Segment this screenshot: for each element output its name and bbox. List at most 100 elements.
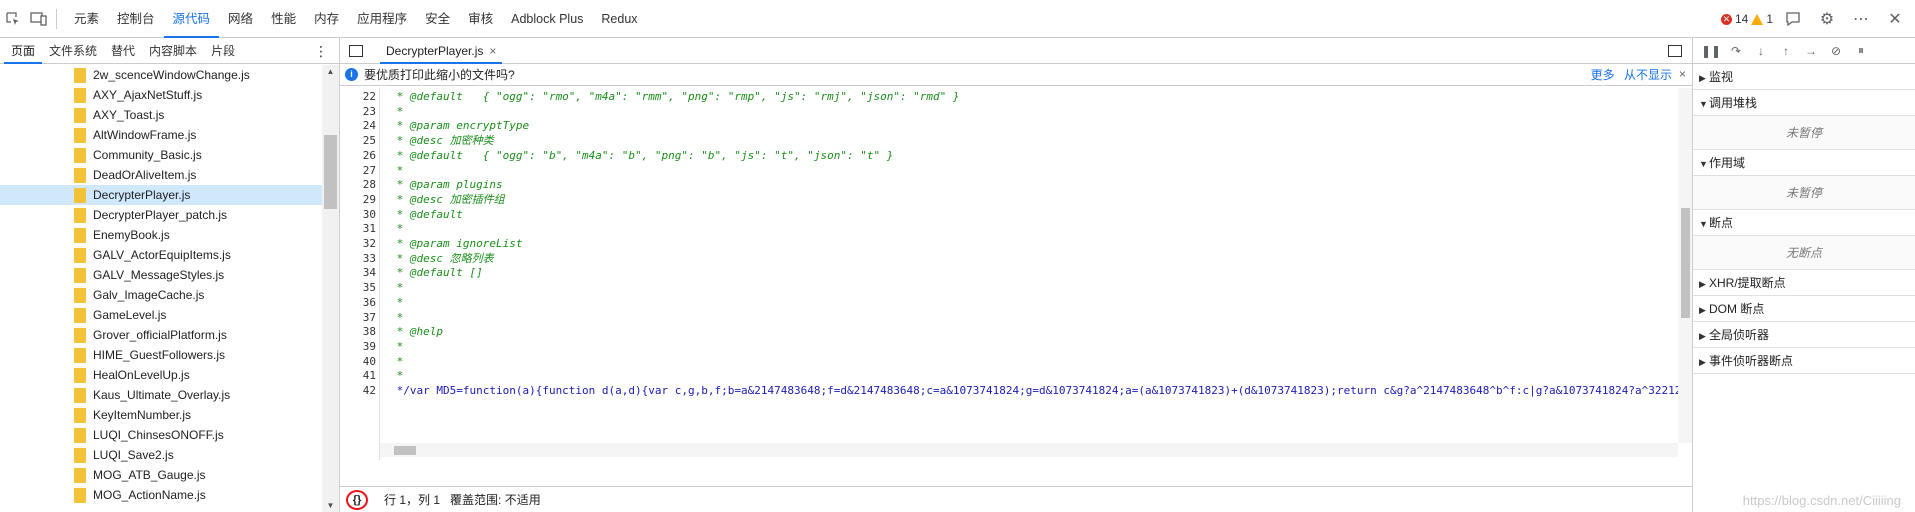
file-tree-item[interactable]: Community_Basic.js <box>0 145 322 165</box>
debugger-section-header[interactable]: ▼断点 <box>1693 210 1915 236</box>
pretty-print-button[interactable]: {} <box>346 489 368 510</box>
infobar-close-icon[interactable]: × <box>1679 64 1686 84</box>
editor-tab[interactable]: DecrypterPlayer.js × <box>380 38 503 64</box>
step-into-icon[interactable]: ↓ <box>1751 41 1771 61</box>
file-tree-item[interactable]: DecrypterPlayer_patch.js <box>0 205 322 225</box>
file-tree-item[interactable]: LUQI_ChinsesONOFF.js <box>0 425 322 445</box>
file-tree-item[interactable]: GALV_ActorEquipItems.js <box>0 245 322 265</box>
code-line: * @default <box>390 207 463 221</box>
navigator-more-icon[interactable]: ⋮ <box>314 38 329 64</box>
tab-0[interactable]: 元素 <box>65 0 108 38</box>
file-tree-item[interactable]: Grover_officialPlatform.js <box>0 325 322 345</box>
debugger-section-header[interactable]: ▶ 事件侦听器断点 <box>1693 348 1915 374</box>
step-out-icon[interactable]: ↑ <box>1776 41 1796 61</box>
file-tree-item[interactable]: GameLevel.js <box>0 305 322 325</box>
toggle-navigator-icon[interactable] <box>349 45 363 57</box>
file-tree-item[interactable]: Kaus_Ultimate_Overlay.js <box>0 385 322 405</box>
editor-hscroll-thumb[interactable] <box>394 446 416 455</box>
file-tree-item[interactable]: AXY_Toast.js <box>0 105 322 125</box>
pause-on-exceptions-icon[interactable]: ⏸ <box>1851 41 1871 61</box>
line-number[interactable]: 42 <box>340 384 376 398</box>
line-number[interactable]: 41 <box>340 369 376 383</box>
close-devtools-icon[interactable]: ✕ <box>1881 5 1909 33</box>
line-number[interactable]: 28 <box>340 178 376 192</box>
navigator-tab-1[interactable]: 文件系统 <box>42 38 104 64</box>
debugger-section-header[interactable]: ▶ XHR/提取断点 <box>1693 270 1915 296</box>
line-number[interactable]: 24 <box>340 119 376 133</box>
tab-5[interactable]: 内存 <box>305 0 348 38</box>
scrollbar-thumb[interactable] <box>324 135 337 209</box>
feedback-icon[interactable] <box>1779 5 1807 33</box>
settings-gear-icon[interactable]: ⚙ <box>1813 5 1841 33</box>
tab-2[interactable]: 源代码 <box>163 0 220 38</box>
file-tree-item[interactable]: GALV_MessageStyles.js <box>0 265 322 285</box>
line-number[interactable]: 34 <box>340 266 376 280</box>
file-tree-item[interactable]: 2w_scenceWindowChange.js <box>0 65 322 85</box>
more-options-icon[interactable]: ⋯ <box>1847 5 1875 33</box>
line-number[interactable]: 26 <box>340 149 376 163</box>
tab-7[interactable]: 安全 <box>416 0 459 38</box>
line-number[interactable]: 37 <box>340 311 376 325</box>
line-number[interactable]: 38 <box>340 325 376 339</box>
file-tree-item[interactable]: EnemyBook.js <box>0 225 322 245</box>
tab-3[interactable]: 网络 <box>219 0 262 38</box>
scroll-up-arrow-icon[interactable]: ▲ <box>322 67 339 76</box>
debugger-section-header[interactable]: ▶ DOM 断点 <box>1693 296 1915 322</box>
debugger-section-header[interactable]: ▶ 监视 <box>1693 64 1915 90</box>
tab-1[interactable]: 控制台 <box>108 0 164 38</box>
scroll-down-arrow-icon[interactable]: ▼ <box>322 501 339 510</box>
step-over-icon[interactable]: ↷ <box>1726 41 1746 61</box>
tab-9[interactable]: Adblock Plus <box>502 0 592 38</box>
pause-icon[interactable]: ❚❚ <box>1701 41 1721 61</box>
device-toolbar-icon[interactable] <box>26 7 52 31</box>
file-tree-item[interactable]: Galv_ImageCache.js <box>0 285 322 305</box>
line-number[interactable]: 35 <box>340 281 376 295</box>
line-number[interactable]: 31 <box>340 222 376 236</box>
toggle-debugger-icon[interactable] <box>1668 45 1682 57</box>
line-number[interactable]: 23 <box>340 105 376 119</box>
file-tree-item[interactable]: HIME_GuestFollowers.js <box>0 345 322 365</box>
step-icon[interactable]: → <box>1801 41 1821 61</box>
line-number[interactable]: 32 <box>340 237 376 251</box>
file-tree-item[interactable]: MOG_ActionName.js <box>0 485 322 505</box>
line-number[interactable]: 25 <box>340 134 376 148</box>
close-tab-icon[interactable]: × <box>489 38 496 62</box>
line-number[interactable]: 40 <box>340 355 376 369</box>
tab-8[interactable]: 审核 <box>459 0 502 38</box>
editor-vscroll-thumb[interactable] <box>1681 208 1690 318</box>
file-tree-item[interactable]: HealOnLevelUp.js <box>0 365 322 385</box>
debugger-section-header[interactable]: ▶ 全局侦听器 <box>1693 322 1915 348</box>
navigator-tab-0[interactable]: 页面 <box>4 38 43 64</box>
file-tree-item[interactable]: AltWindowFrame.js <box>0 125 322 145</box>
file-tree-item[interactable]: DeadOrAliveItem.js <box>0 165 322 185</box>
error-count-badge[interactable]: ✕ 14 1 <box>1720 12 1773 26</box>
line-number[interactable]: 39 <box>340 340 376 354</box>
file-tree-item[interactable]: LUQI_Save2.js <box>0 445 322 465</box>
debugger-section-header[interactable]: ▼调用堆栈 <box>1693 90 1915 116</box>
file-tree-item[interactable]: MOG_ATB_Gauge.js <box>0 465 322 485</box>
line-number[interactable]: 30 <box>340 208 376 222</box>
navigator-tab-2[interactable]: 替代 <box>104 38 142 64</box>
tab-6[interactable]: 应用程序 <box>348 0 416 38</box>
tab-10[interactable]: Redux <box>592 0 646 38</box>
inspect-element-icon[interactable] <box>0 7 26 31</box>
deactivate-breakpoints-icon[interactable]: ⊘ <box>1826 41 1846 61</box>
debugger-section-header[interactable]: ▼作用域 <box>1693 150 1915 176</box>
infobar-more-link[interactable]: 更多 <box>1591 68 1615 82</box>
line-number[interactable]: 22 <box>340 90 376 104</box>
navigator-tab-4[interactable]: 片段 <box>204 38 242 64</box>
editor-vertical-scrollbar[interactable] <box>1678 88 1692 443</box>
line-number[interactable]: 29 <box>340 193 376 207</box>
line-number[interactable]: 36 <box>340 296 376 310</box>
navigator-tab-3[interactable]: 内容脚本 <box>142 38 204 64</box>
file-tree-item[interactable]: AXY_AjaxNetStuff.js <box>0 85 322 105</box>
navigator-scrollbar[interactable]: ▲ ▼ <box>322 65 339 512</box>
infobar-never-link[interactable]: 从不显示 <box>1624 68 1672 82</box>
line-number[interactable]: 33 <box>340 252 376 266</box>
editor-horizontal-scrollbar[interactable] <box>380 443 1678 457</box>
line-number[interactable]: 27 <box>340 164 376 178</box>
file-tree-item[interactable]: DecrypterPlayer.js <box>0 185 322 205</box>
code-view[interactable]: 22 * @default { "ogg": "rmo", "m4a": "rm… <box>340 88 1692 460</box>
tab-4[interactable]: 性能 <box>262 0 305 38</box>
file-tree-item[interactable]: KeyItemNumber.js <box>0 405 322 425</box>
